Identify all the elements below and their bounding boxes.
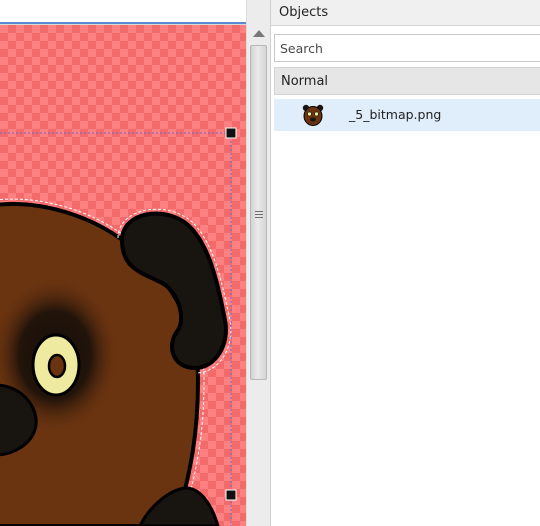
object-list-item[interactable]: _5_bitmap.png — [274, 99, 540, 131]
objects-panel: Objects Normal _5_bitmap.png — [271, 0, 540, 526]
vertical-scrollbar[interactable] — [246, 0, 271, 526]
objects-search-input[interactable] — [274, 34, 540, 62]
object-name-label: _5_bitmap.png — [349, 107, 442, 122]
bear-thumbnail-icon — [302, 104, 324, 126]
scene-canvas[interactable] — [0, 0, 246, 526]
scroll-up-arrow-icon[interactable] — [253, 30, 265, 37]
scrollbar-thumb[interactable] — [250, 45, 267, 380]
bear-bitmap-object[interactable] — [0, 0, 246, 526]
object-group-label: Normal — [281, 74, 329, 89]
resize-handle-top-right[interactable] — [225, 127, 237, 139]
grip-line — [255, 211, 263, 212]
bear-eye-pupil — [47, 353, 67, 379]
grip-line — [255, 217, 263, 218]
object-group-normal[interactable]: Normal — [274, 67, 540, 95]
objects-panel-title: Objects — [279, 5, 329, 20]
objects-panel-header: Objects — [271, 0, 540, 26]
grip-line — [255, 214, 263, 215]
resize-handle-bottom-right[interactable] — [225, 489, 237, 501]
